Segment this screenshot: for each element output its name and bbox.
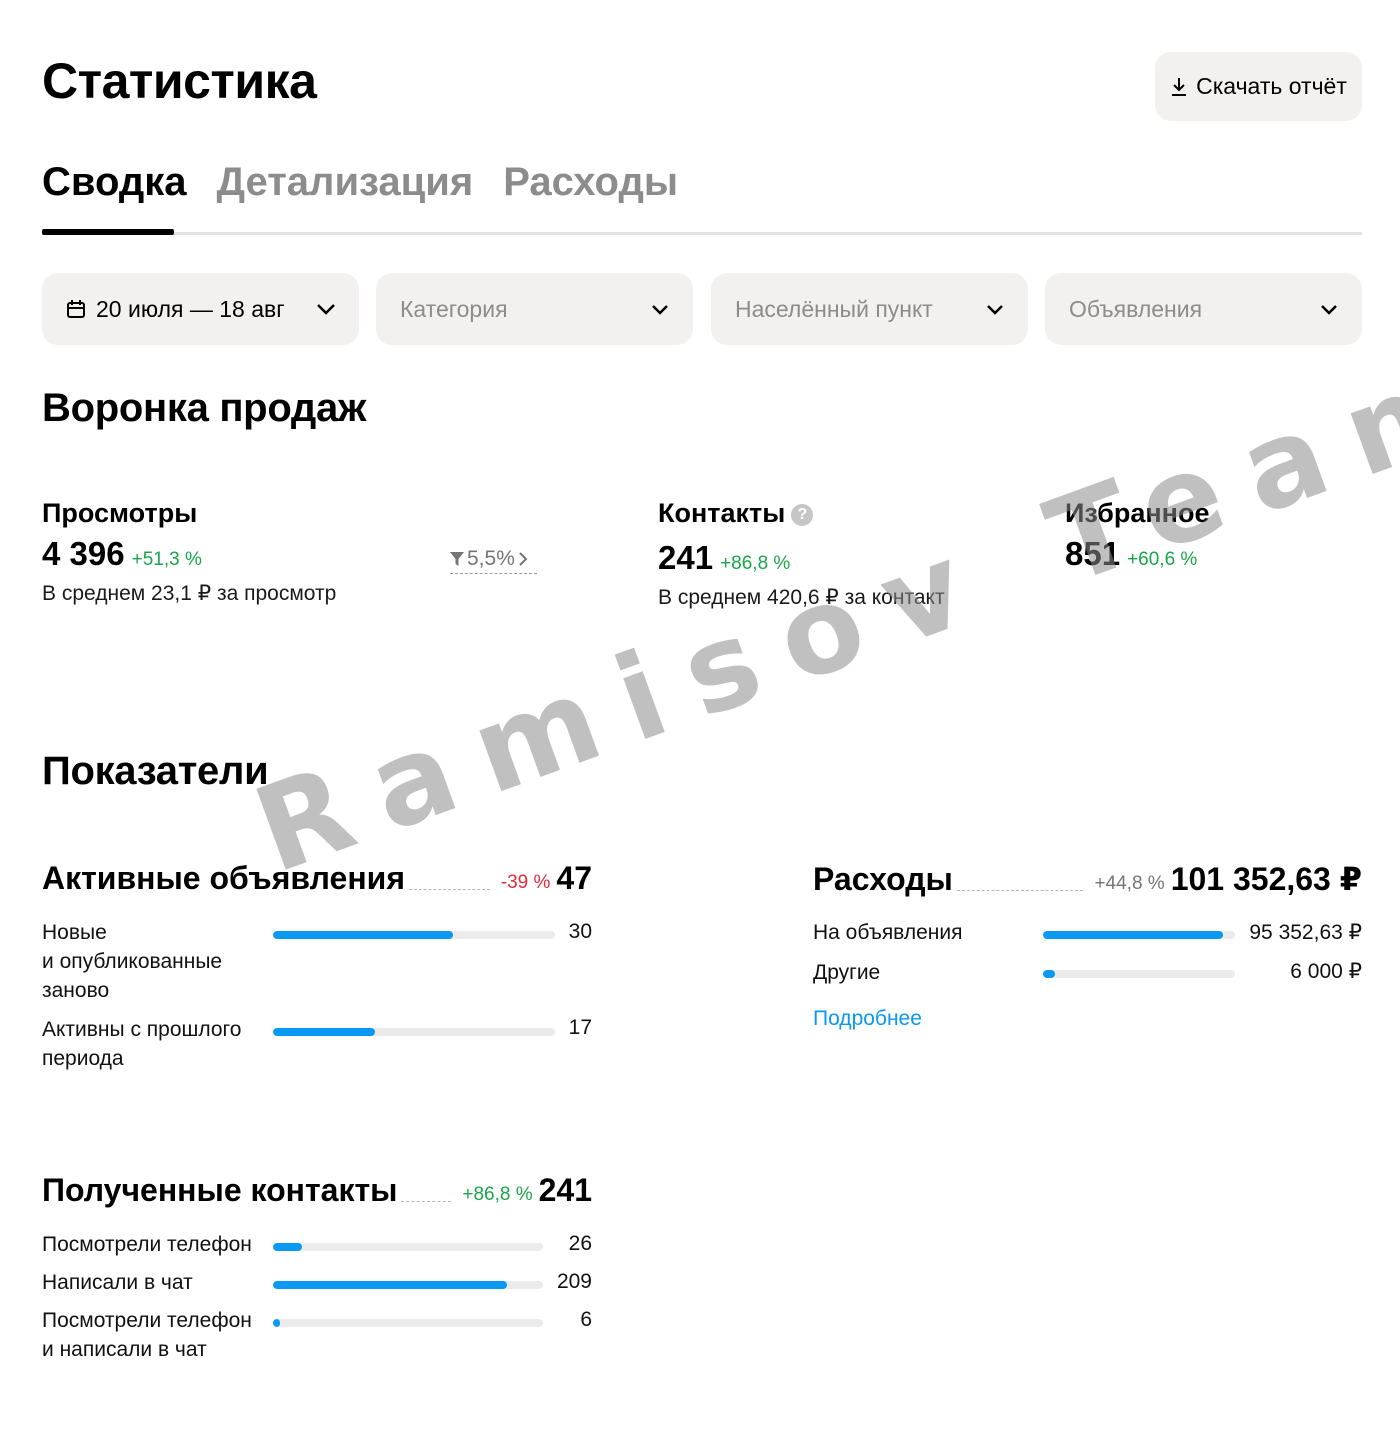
chevron-down-icon: [317, 304, 335, 315]
expenses-value: 101 352,63 ₽: [1170, 861, 1362, 897]
download-icon: [1172, 77, 1187, 96]
conversion-rate-value: 5,5%: [467, 547, 515, 570]
contacts-row-bar-fill: [273, 1281, 508, 1289]
contacts-row-label: Посмотрели телефон и написали в чат: [42, 1309, 252, 1361]
expenses-row-bar-fill: [1043, 970, 1055, 978]
download-report-button[interactable]: Скачать отчёт: [1155, 52, 1362, 121]
calendar-icon: [67, 300, 85, 318]
tab-summary[interactable]: Сводка: [42, 160, 187, 227]
tabs: Сводка Детализация Расходы: [42, 160, 678, 227]
active-row-label: Активны с прошлого периода: [42, 1018, 242, 1070]
expenses-row-value: 95 352,63 ₽: [1249, 921, 1362, 944]
expenses-header: Расходы +44,8 % 101 352,63 ₽: [813, 860, 1362, 898]
date-range-value: 20 июля — 18 авг: [96, 295, 285, 322]
contacts-row-bar: [273, 1319, 543, 1327]
expenses-delta: +44,8 %: [1094, 873, 1165, 894]
contacts-row-value: 209: [556, 1270, 592, 1293]
contacts-value: 241: [658, 539, 714, 576]
contacts-received-title: Полученные контакты: [42, 1172, 398, 1208]
page-title: Статистика: [42, 53, 317, 109]
funnel-icon: [450, 552, 464, 566]
favorites-title: Избранное: [1065, 498, 1210, 528]
contacts-row-bar-fill: [273, 1319, 280, 1327]
expenses-row-bar: [1043, 970, 1235, 978]
views-delta: +51,3 %: [131, 549, 202, 570]
views-title: Просмотры: [42, 498, 198, 528]
views-metric: Просмотры 4 396 +51,3 % В среднем 23,1 ₽ …: [42, 498, 336, 606]
active-row-bar: [273, 1028, 555, 1036]
listings-placeholder: Объявления: [1069, 295, 1203, 322]
expenses-row-label: Другие: [813, 961, 881, 984]
contacts-title: Контакты: [658, 498, 786, 528]
funnel-title: Воронка продаж: [42, 386, 367, 430]
watermark: Ramisov Team: [238, 321, 1400, 900]
active-listings-title: Активные объявления: [42, 860, 405, 896]
contacts-received-value: 241: [538, 1172, 592, 1208]
active-tab-indicator: [42, 229, 174, 235]
favorites-delta: +60,6 %: [1127, 549, 1198, 570]
active-row-label: Новые и опубликованные заново: [42, 921, 223, 1002]
chevron-right-icon: [519, 552, 528, 566]
date-range-filter[interactable]: 20 июля — 18 авг: [42, 273, 359, 345]
contacts-row-bar: [273, 1281, 543, 1289]
expenses-title: Расходы: [813, 861, 953, 897]
active-row-bar: [273, 931, 555, 939]
tab-expenses[interactable]: Расходы: [503, 160, 678, 227]
locality-placeholder: Населённый пункт: [735, 295, 933, 322]
dotted-leader: [956, 890, 1084, 891]
active-row-value: 30: [568, 920, 592, 943]
more-details-link[interactable]: Подробнее: [813, 1007, 922, 1031]
contacts-received-delta: +86,8 %: [462, 1184, 533, 1205]
active-row-bar-fill: [273, 931, 454, 939]
contacts-row-value: 26: [568, 1232, 592, 1255]
views-average: В среднем 23,1 ₽ за просмотр: [42, 582, 337, 605]
dotted-leader: [401, 1201, 452, 1202]
category-placeholder: Категория: [400, 295, 508, 322]
active-listings-delta: -39 %: [500, 872, 551, 893]
active-listings-value: 47: [556, 860, 592, 896]
contacts-row-bar: [273, 1243, 543, 1251]
expenses-row-label: На объявления: [813, 921, 963, 944]
category-filter[interactable]: Категория: [376, 273, 693, 345]
expenses-row-value: 6 000 ₽: [1290, 960, 1362, 983]
active-listings-header: Активные объявления -39 % 47: [42, 860, 592, 897]
chevron-down-icon: [987, 305, 1003, 315]
views-value: 4 396: [42, 535, 125, 572]
help-icon[interactable]: ?: [791, 504, 814, 526]
contacts-row-label: Посмотрели телефон: [42, 1233, 252, 1256]
chevron-down-icon: [1321, 305, 1337, 315]
dotted-leader: [409, 889, 490, 890]
listings-filter[interactable]: Объявления: [1045, 273, 1362, 345]
active-row-value: 17: [568, 1016, 592, 1039]
favorites-metric: Избранное 851 +60,6 %: [1065, 498, 1209, 573]
contacts-row-bar-fill: [273, 1243, 303, 1251]
contacts-delta: +86,8 %: [720, 553, 791, 574]
tabs-divider: [42, 232, 1362, 235]
conversion-rate-link[interactable]: 5,5%: [450, 547, 537, 574]
expenses-row-bar-fill: [1043, 931, 1224, 939]
favorites-value: 851: [1065, 535, 1121, 572]
download-report-label: Скачать отчёт: [1196, 73, 1347, 99]
contacts-row-value: 6: [580, 1308, 592, 1331]
contacts-row-label: Написали в чат: [42, 1271, 193, 1294]
expenses-row-bar: [1043, 931, 1235, 939]
locality-filter[interactable]: Населённый пункт: [711, 273, 1028, 345]
contacts-average: В среднем 420,6 ₽ за контакт: [658, 586, 945, 609]
tab-details[interactable]: Детализация: [217, 160, 474, 227]
chevron-down-icon: [652, 305, 668, 315]
indicators-title: Показатели: [42, 749, 269, 793]
contacts-metric: Контакты? 241 +86,8 % В среднем 420,6 ₽ з…: [658, 498, 945, 610]
contacts-received-header: Полученные контакты +86,8 % 241: [42, 1172, 592, 1209]
active-row-bar-fill: [273, 1028, 375, 1036]
